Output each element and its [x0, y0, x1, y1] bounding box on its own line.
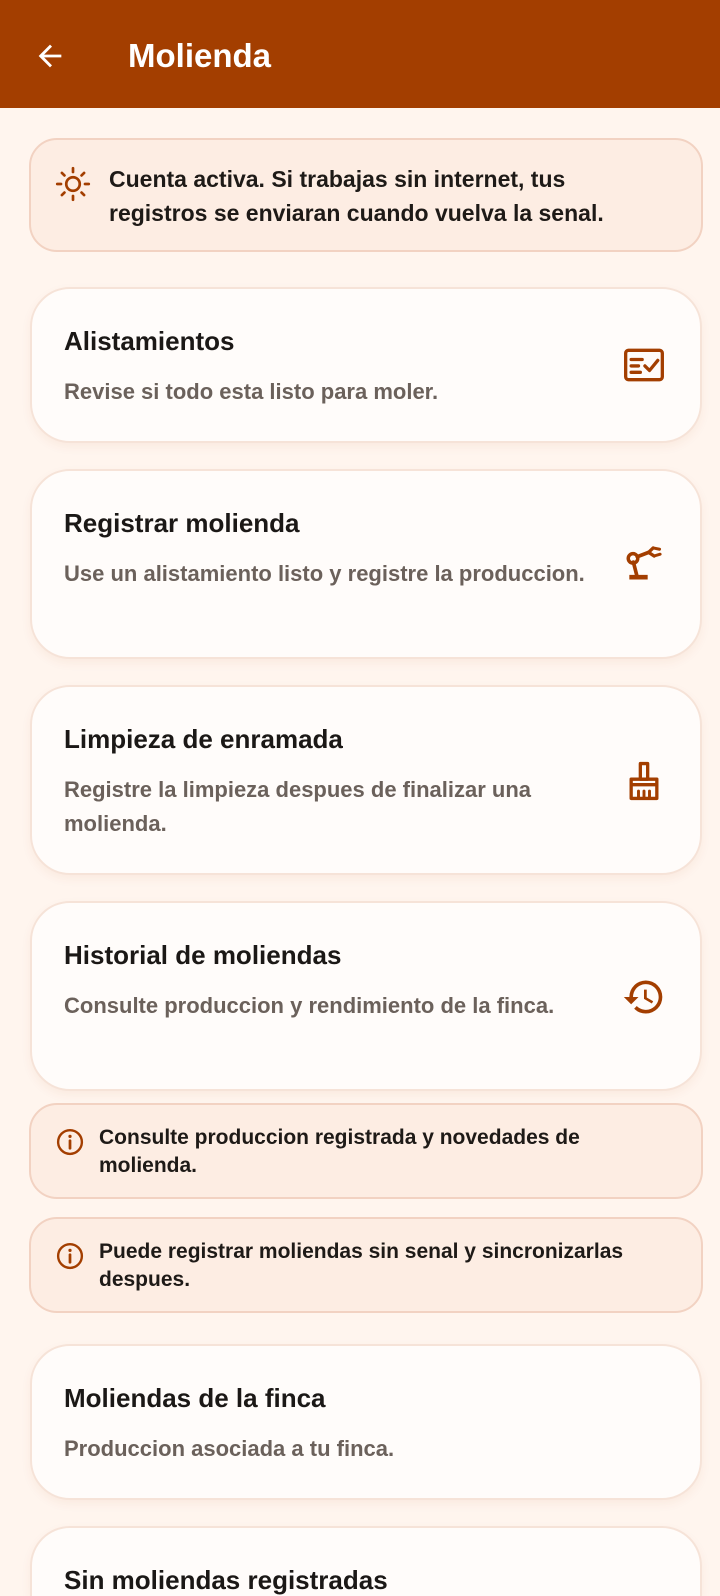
info-banner-text: Puede registrar moliendas sin senal y si… — [99, 1240, 624, 1291]
card-title: Alistamientos — [64, 326, 235, 356]
history-icon — [623, 980, 663, 1014]
card-subtitle: Registre la limpieza despues de finaliza… — [64, 777, 532, 836]
sun-icon — [55, 166, 91, 202]
info-banner: Consulte produccion registrada y novedad… — [29, 1103, 703, 1199]
farm-moliendas-card: Moliendas de la finca Produccion asociad… — [30, 1344, 702, 1500]
app-bar: Molienda — [0, 0, 720, 108]
info-icon — [56, 1128, 84, 1156]
section-subtitle: Produccion asociada a tu finca. — [64, 1436, 395, 1461]
checklist-icon — [624, 348, 664, 382]
arrow-back-icon — [38, 44, 62, 68]
status-banner-text: Cuenta activa. Si trabajas sin internet,… — [109, 166, 604, 226]
action-card-registrar-molienda[interactable]: Registrar molienda Use un alistamiento l… — [30, 469, 702, 659]
broom-icon — [629, 761, 659, 801]
info-icon — [56, 1242, 84, 1270]
empty-state-title: Sin moliendas registradas — [64, 1565, 388, 1595]
card-subtitle: Consulte produccion y rendimiento de la … — [64, 993, 555, 1018]
back-button[interactable] — [28, 34, 72, 78]
status-banner: Cuenta activa. Si trabajas sin internet,… — [29, 138, 703, 252]
info-banner: Puede registrar moliendas sin senal y si… — [29, 1217, 703, 1313]
card-subtitle: Revise si todo esta listo para moler. — [64, 379, 439, 404]
section-title: Moliendas de la finca — [64, 1383, 326, 1413]
info-banner-text: Consulte produccion registrada y novedad… — [99, 1126, 580, 1177]
empty-state-card: Sin moliendas registradas — [30, 1526, 702, 1596]
page-title: Molienda — [128, 37, 272, 74]
mill-machine-icon — [626, 546, 662, 580]
card-title: Registrar molienda — [64, 508, 300, 538]
action-card-historial-moliendas[interactable]: Historial de moliendas Consulte producci… — [30, 901, 702, 1091]
card-title: Historial de moliendas — [64, 940, 342, 970]
card-title: Limpieza de enramada — [64, 724, 343, 754]
action-card-limpieza-enramada[interactable]: Limpieza de enramada Registre la limpiez… — [30, 685, 702, 875]
card-subtitle: Use un alistamiento listo y registre la … — [64, 561, 585, 586]
action-card-alistamientos[interactable]: Alistamientos Revise si todo esta listo … — [30, 287, 702, 443]
